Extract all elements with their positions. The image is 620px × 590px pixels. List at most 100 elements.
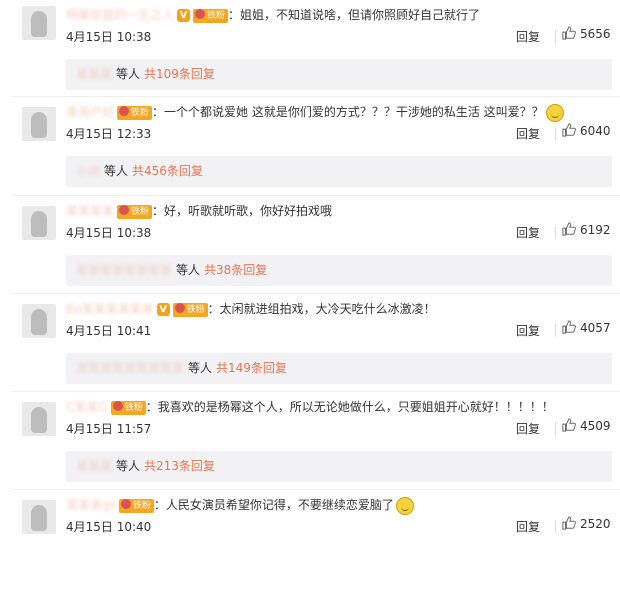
- avatar[interactable]: [22, 206, 56, 240]
- reply-summary: 某某某 等人 共109条回复: [66, 59, 612, 90]
- reply-summary: 某某某某某某某某 等人 共38条回复: [66, 255, 612, 286]
- reply-summary: 某某某某某某某某某 等人 共149条回复: [66, 353, 612, 384]
- fan-badge: 铁粉: [117, 105, 153, 120]
- reply-others-label: 等人: [116, 459, 141, 473]
- reply-summary: 某某某 等人 共213条回复: [66, 451, 612, 482]
- fan-badge-label: 铁粉: [131, 206, 150, 217]
- reply-button[interactable]: 回复: [516, 420, 540, 437]
- reply-button[interactable]: 回复: [516, 28, 540, 45]
- view-replies-link[interactable]: 共109条回复: [144, 67, 215, 81]
- fan-badge: 铁粉: [117, 204, 153, 219]
- fan-badge-label: 铁粉: [131, 107, 150, 118]
- like-button[interactable]: 6040: [562, 123, 611, 138]
- comment-text: ：姐姐，不知道说啥，但请你照顾好自己就行了: [228, 8, 481, 22]
- like-button[interactable]: 6192: [562, 222, 611, 237]
- username-link[interactable]: Bo某某某某某某: [66, 302, 154, 316]
- view-replies-link[interactable]: 共38条回复: [204, 263, 267, 277]
- comment-divider: [12, 96, 620, 97]
- comment-item: 某某某某 铁粉 ：好，听歌就听歌，你好好拍戏哦 4月15日 10:38 回复 6192 某某…: [0, 195, 620, 296]
- smile-emoji-icon: [545, 103, 564, 122]
- like-button[interactable]: 4509: [562, 418, 611, 433]
- fan-badge-label: 铁粉: [207, 10, 226, 21]
- crown-icon: [174, 302, 185, 313]
- fan-badge: 铁粉: [110, 400, 146, 415]
- crown-icon: [119, 204, 130, 215]
- comment-date: 4月15日 11:57: [66, 422, 152, 436]
- thumb-up-icon: [562, 123, 576, 137]
- reply-button[interactable]: 回复: [516, 518, 540, 535]
- thumb-up-icon: [562, 516, 576, 530]
- avatar[interactable]: [22, 402, 56, 436]
- fan-badge: 铁粉: [172, 302, 208, 317]
- fan-badge-label: 铁粉: [186, 304, 205, 315]
- thumb-up-icon: [562, 26, 576, 40]
- comment-text: ：太闲就进组拍戏，大冷天吃什么冰激凌！: [207, 302, 436, 316]
- reply-button[interactable]: 回复: [516, 125, 540, 142]
- comment-divider: [12, 195, 620, 196]
- view-replies-link[interactable]: 共456条回复: [132, 164, 203, 178]
- like-button[interactable]: 5656: [562, 26, 611, 41]
- crown-icon: [119, 105, 130, 116]
- reply-others-label: 等人: [188, 361, 213, 375]
- reply-others-label: 等人: [116, 67, 141, 81]
- avatar[interactable]: [22, 6, 56, 40]
- like-button[interactable]: 2520: [562, 516, 611, 531]
- avatar[interactable]: [22, 304, 56, 338]
- username-link[interactable]: 某用户好: [66, 105, 114, 119]
- thumb-up-icon: [562, 222, 576, 236]
- view-replies-link[interactable]: 共213条回复: [144, 459, 215, 473]
- fan-badge: 铁粉: [118, 498, 154, 513]
- verified-badge-icon: V: [156, 303, 170, 316]
- reply-usernames[interactable]: 小流: [76, 156, 100, 187]
- crown-icon: [120, 498, 131, 509]
- comment-date: 4月15日 10:41: [66, 324, 152, 338]
- reply-button[interactable]: 回复: [516, 224, 540, 241]
- reply-others-label: 等人: [104, 164, 129, 178]
- reply-usernames[interactable]: 某某某: [76, 451, 112, 482]
- username-link[interactable]: 某某某gs: [66, 498, 116, 512]
- comment-item: Bo某某某某某某 V 铁粉 ：太闲就进组拍戏，大冷天吃什么冰激凌！ 4月15日 10:4…: [0, 293, 620, 394]
- crown-icon: [195, 8, 206, 19]
- avatar[interactable]: [22, 107, 56, 141]
- thumb-up-icon: [562, 418, 576, 432]
- reply-usernames[interactable]: 某某某某某某某某某: [76, 353, 184, 384]
- reply-button[interactable]: 回复: [516, 322, 540, 339]
- reply-usernames[interactable]: 某某某: [76, 59, 112, 90]
- username-link[interactable]: 杨幂是我的一生之人: [66, 8, 174, 22]
- comment-item: 杨幂是我的一生之人 V 铁粉 ：姐姐，不知道说啥，但请你照顾好自己就行了 4月15日 1…: [0, 4, 620, 100]
- username-link[interactable]: C某某G: [66, 400, 108, 414]
- comment-line: 杨幂是我的一生之人 V 铁粉 ：姐姐，不知道说啥，但请你照顾好自己就行了: [66, 4, 480, 26]
- comment-text: ：我喜欢的是杨幂这个人，所以无论她做什么，只要姐姐开心就好！！！！！: [145, 400, 554, 414]
- comment-line: 某某某gs 铁粉 ：人民女演员希望你记得，不要继续恋爱脑了: [66, 494, 414, 516]
- fan-badge-label: 铁粉: [124, 402, 143, 413]
- like-count: 2520: [580, 517, 611, 531]
- comment-line: 某某某某 铁粉 ：好，听歌就听歌，你好好拍戏哦: [66, 200, 332, 222]
- reply-usernames[interactable]: 某某某某某某某某: [76, 255, 172, 286]
- comment-item: 某用户好 铁粉 ：一个个都说爱她 这就是你们爱的方式？？？干涉她的私生活 这叫爱？？…: [0, 96, 620, 197]
- avatar[interactable]: [22, 500, 56, 534]
- like-button[interactable]: 4057: [562, 320, 611, 335]
- verified-badge-icon: V: [177, 9, 191, 22]
- comment-date: 4月15日 10:38: [66, 30, 152, 44]
- like-count: 6192: [580, 223, 611, 237]
- comment-date: 4月15日 10:40: [66, 520, 152, 534]
- divider: [555, 127, 556, 140]
- username-link[interactable]: 某某某某: [66, 204, 114, 218]
- comment-text: ：人民女演员希望你记得，不要继续恋爱脑了: [153, 498, 394, 512]
- comment-date: 4月15日 10:38: [66, 226, 152, 240]
- divider: [555, 520, 556, 533]
- comment-divider: [12, 293, 620, 294]
- crown-icon: [112, 400, 123, 411]
- like-count: 4057: [580, 321, 611, 335]
- reply-others-label: 等人: [176, 263, 201, 277]
- divider: [555, 30, 556, 43]
- smile-emoji-icon: [395, 496, 414, 515]
- comment-divider: [12, 391, 620, 392]
- comment-divider: [12, 489, 620, 490]
- view-replies-link[interactable]: 共149条回复: [216, 361, 287, 375]
- like-count: 4509: [580, 419, 611, 433]
- comment-date: 4月15日 12:33: [66, 127, 152, 141]
- comment-line: Bo某某某某某某 V 铁粉 ：太闲就进组拍戏，大冷天吃什么冰激凌！: [66, 298, 436, 320]
- like-count: 6040: [580, 124, 611, 138]
- divider: [555, 324, 556, 337]
